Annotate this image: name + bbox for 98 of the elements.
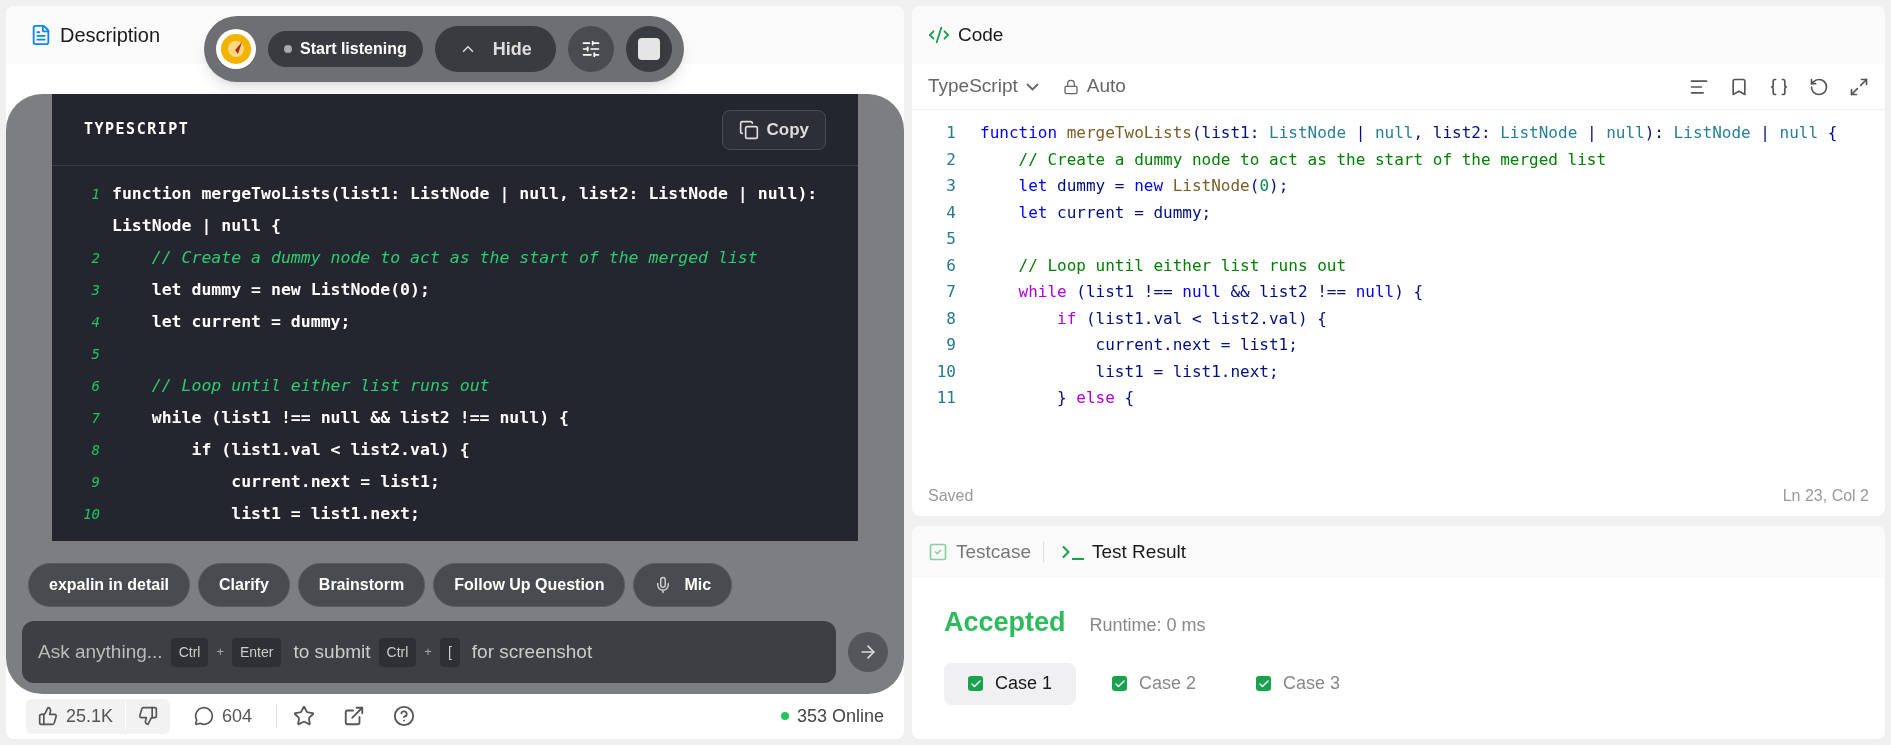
copy-icon	[738, 119, 759, 140]
code-line: function mergeTwoLists(list1: ListNode | null, list2: ListNode | null): ListNode | null {	[980, 122, 1838, 144]
code-line: function mergeTwoLists(list1: ListNode | null, list2: ListNode | null): ListNode | null {	[112, 183, 819, 237]
code-line: // Create a dummy node to act as the start of the merged list	[1017, 148, 1607, 171]
line-number: 4	[90, 313, 101, 332]
line-number: 2	[90, 249, 101, 268]
description-tab[interactable]: Description	[30, 20, 161, 50]
checkbox-icon	[928, 542, 948, 562]
reset-icon[interactable]	[1809, 76, 1829, 97]
plus-sign: +	[216, 643, 224, 662]
thumbs-down-icon	[138, 706, 159, 726]
code-line: list1 = list1.next;	[230, 503, 420, 525]
key-hint: Ctrl	[378, 637, 417, 667]
code-line: let current = dummy;	[150, 311, 351, 333]
comment-icon	[194, 706, 215, 726]
code-line: let dummy = new ListNode(0);	[1017, 175, 1289, 197]
document-icon	[30, 24, 52, 46]
runtime-text: Runtime: 0 ms	[1089, 614, 1206, 637]
case-tab[interactable]: Case 1	[944, 662, 1077, 705]
line-number: 9	[945, 334, 957, 356]
help-icon[interactable]	[393, 705, 416, 727]
lock-icon	[1062, 78, 1079, 95]
prompt-chip[interactable]: Follow Up Question	[433, 563, 626, 607]
plus-sign: +	[424, 643, 432, 662]
key-hint: Ctrl	[170, 637, 209, 667]
code-line: while (list1 !== null && list2 !== null) {	[150, 407, 569, 429]
sliders-icon	[580, 39, 601, 59]
logo-icon	[216, 29, 256, 69]
ask-input[interactable]: Ask anything... Ctrl + Enter to submit Ctrl + [ for screenshot	[22, 621, 836, 683]
braces-icon[interactable]	[1769, 76, 1789, 97]
line-number: 11	[935, 387, 957, 409]
send-button[interactable]	[848, 632, 888, 672]
save-status: Saved	[928, 486, 974, 506]
language-label: TYPESCRIPT	[84, 119, 190, 141]
code-line: if (list1.val < list2.val) {	[1056, 307, 1327, 330]
star-icon[interactable]	[293, 705, 316, 727]
code-line: let dummy = new ListNode(0);	[150, 279, 430, 301]
code-comment: // Loop until either list runs out	[150, 375, 490, 397]
mic-button[interactable]: Mic	[633, 563, 733, 607]
case-tab[interactable]: Case 3	[1232, 662, 1365, 705]
code-icon	[928, 24, 950, 46]
line-number: 3	[90, 281, 101, 300]
line-number: 5	[90, 345, 101, 364]
key-hint: Enter	[232, 637, 282, 667]
prompt-chip[interactable]: expalin in detail	[28, 563, 191, 607]
online-count: 353 Online	[796, 704, 884, 728]
line-number: 6	[945, 254, 957, 277]
line-number: 6	[90, 377, 101, 396]
code-line: while (list1 !== null && list2 !== null) {	[1017, 281, 1424, 303]
hide-button[interactable]: Hide	[434, 26, 556, 72]
prompt-chip[interactable]: Clarify	[198, 563, 290, 607]
mode-label: Auto	[1062, 72, 1126, 101]
line-number: 10	[82, 505, 101, 524]
check-icon	[1256, 676, 1272, 691]
bookmark-icon[interactable]	[1729, 76, 1749, 97]
code-line: current.next = list1;	[230, 471, 440, 493]
line-number: 7	[945, 281, 957, 303]
case-tab[interactable]: Case 2	[1088, 662, 1221, 705]
code-line: if (list1.val < list2.val) {	[190, 439, 470, 461]
line-number: 4	[945, 201, 957, 224]
check-icon	[968, 676, 983, 691]
line-number: 8	[90, 441, 101, 460]
check-icon	[1112, 676, 1128, 691]
language-select[interactable]: TypeScript	[928, 72, 1039, 101]
line-number: 7	[90, 409, 101, 428]
start-listening-button[interactable]: Start listening	[268, 31, 423, 67]
line-number: 1	[90, 185, 101, 204]
cursor-position: Ln 23, Col 2	[1782, 486, 1869, 506]
line-number: 9	[90, 473, 101, 492]
panel-title: Code	[958, 22, 1004, 47]
code-line: list1 = list1.next;	[1094, 360, 1279, 383]
code-line: } else {	[1056, 387, 1135, 409]
hint-text: to submit	[293, 639, 371, 664]
hint-text: for screenshot	[471, 639, 593, 664]
caret-icon	[1025, 82, 1039, 91]
result-tab[interactable]: Testcase	[928, 537, 1031, 567]
share-icon[interactable]	[343, 705, 366, 727]
line-number: 8	[945, 307, 957, 330]
expand-icon[interactable]	[1849, 76, 1869, 97]
line-number: 5	[945, 228, 957, 250]
code-comment: // Create a dummy node to act as the start of the merged list	[150, 247, 758, 269]
key-hint: [	[439, 637, 460, 667]
result-tab[interactable]: Test Result	[1056, 537, 1186, 567]
input-placeholder: Ask anything...	[38, 639, 163, 664]
thumbs-up-icon	[38, 706, 58, 726]
stop-button[interactable]	[625, 26, 672, 72]
line-number: 2	[945, 148, 957, 171]
code-line: let current = dummy;	[1017, 201, 1212, 224]
copy-button[interactable]: Copy	[721, 109, 826, 150]
prompt-chip[interactable]: Brainstorm	[297, 563, 426, 607]
settings-button[interactable]	[567, 26, 614, 72]
verdict-text: Accepted	[944, 606, 1066, 639]
code-line: // Loop until either list runs out	[1017, 254, 1347, 277]
line-number: 10	[935, 360, 957, 383]
line-number: 1	[945, 122, 957, 144]
line-number: 3	[945, 175, 957, 197]
code-line: current.next = list1;	[1094, 334, 1298, 356]
comments-button[interactable]: 604	[186, 702, 261, 730]
